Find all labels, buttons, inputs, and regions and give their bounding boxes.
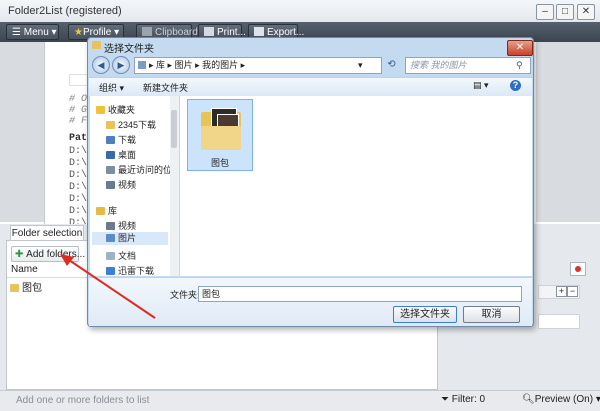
annotation-arrow <box>60 254 156 319</box>
